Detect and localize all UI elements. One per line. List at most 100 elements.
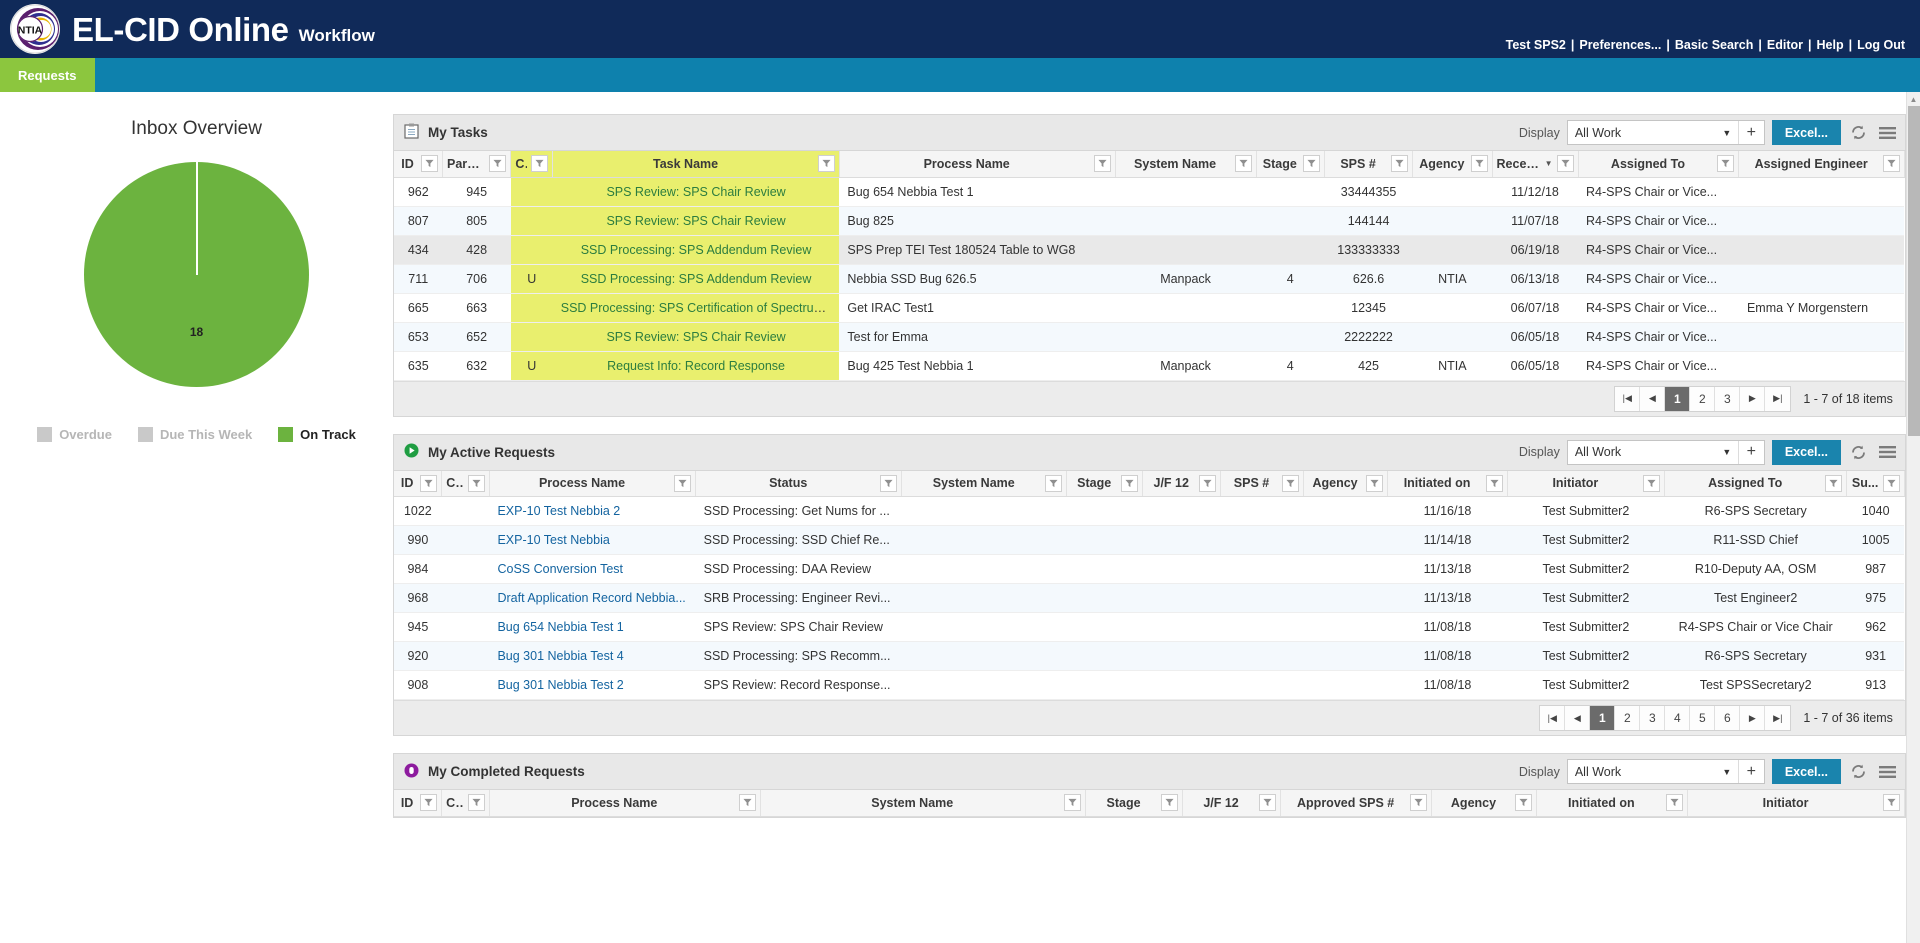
table-row[interactable]: 635632URequest Info: Record ResponseBug … [394, 351, 1904, 380]
column-header-id[interactable]: ID [394, 790, 442, 816]
column-header-task[interactable]: Task Name [553, 151, 840, 177]
table-row[interactable]: 968Draft Application Record Nebbia...SRB… [394, 584, 1904, 613]
column-header-assigned_to[interactable]: Assigned To [1665, 471, 1847, 497]
legend-item-overdue[interactable]: Overdue [37, 427, 112, 442]
add-view-button-completed[interactable]: + [1738, 760, 1764, 783]
add-view-button-active[interactable]: + [1738, 441, 1764, 464]
filter-icon[interactable] [1486, 475, 1503, 492]
filter-icon[interactable] [1883, 155, 1900, 172]
table-row[interactable]: 434428SSD Processing: SPS Addendum Revie… [394, 235, 1904, 264]
column-header-sps[interactable]: SPS # [1324, 151, 1412, 177]
column-header-process[interactable]: Process Name [489, 790, 760, 816]
column-header-stage[interactable]: Stage [1256, 151, 1324, 177]
cell-process-link[interactable]: EXP-10 Test Nebbia 2 [497, 504, 620, 518]
column-header-jf12[interactable]: J/F 12 [1143, 471, 1221, 497]
refresh-icon[interactable] [1848, 761, 1870, 783]
first-page-button[interactable]: |◀ [1615, 387, 1640, 411]
column-header-stage[interactable]: Stage [1067, 471, 1143, 497]
filter-icon[interactable] [1282, 475, 1299, 492]
cell-process-link[interactable]: Bug 301 Nebbia Test 2 [497, 678, 623, 692]
column-header-parent[interactable]: Parent [443, 151, 511, 177]
table-row[interactable]: 653652SPS Review: SPS Chair ReviewTest f… [394, 322, 1904, 351]
cell-task-link[interactable]: SSD Processing: SPS Certification of Spe… [561, 301, 838, 315]
column-header-status[interactable]: Status [696, 471, 902, 497]
column-header-cls[interactable]: Cls [511, 151, 553, 177]
page-button-4[interactable]: 4 [1665, 706, 1690, 730]
next-page-button[interactable]: ▶ [1740, 387, 1765, 411]
table-row[interactable]: 711706USSD Processing: SPS Addendum Revi… [394, 264, 1904, 293]
column-header-initiated[interactable]: Initiated on [1388, 471, 1507, 497]
filter-icon[interactable] [1717, 155, 1734, 172]
scrollbar-thumb[interactable] [1908, 106, 1920, 436]
filter-icon[interactable] [420, 794, 437, 811]
scroll-up-arrow-icon[interactable]: ▲ [1907, 92, 1920, 106]
page-button-1[interactable]: 1 [1665, 387, 1690, 411]
log-out-link[interactable]: Log Out [1852, 38, 1910, 52]
column-header-cls[interactable]: Cls [442, 790, 490, 816]
table-row[interactable]: 984CoSS Conversion TestSSD Processing: D… [394, 555, 1904, 584]
filter-icon[interactable] [468, 475, 485, 492]
filter-icon[interactable] [1666, 794, 1683, 811]
column-header-system[interactable]: System Name [760, 790, 1085, 816]
filter-icon[interactable] [1094, 155, 1111, 172]
prev-page-button[interactable]: ◀ [1565, 706, 1590, 730]
column-header-agency[interactable]: Agency [1432, 790, 1536, 816]
column-header-process[interactable]: Process Name [489, 471, 695, 497]
filter-icon[interactable] [1515, 794, 1532, 811]
filter-icon[interactable] [1199, 475, 1216, 492]
filter-icon[interactable] [739, 794, 756, 811]
hamburger-menu-icon[interactable] [1877, 441, 1899, 463]
basic-search-link[interactable]: Basic Search [1670, 38, 1759, 52]
column-header-approved_sps[interactable]: Approved SPS # [1280, 790, 1432, 816]
filter-icon[interactable] [1883, 794, 1900, 811]
filter-icon[interactable] [1235, 155, 1252, 172]
cell-task-link[interactable]: SPS Review: SPS Chair Review [606, 185, 785, 199]
filter-icon[interactable] [1410, 794, 1427, 811]
table-row[interactable]: 807805SPS Review: SPS Chair ReviewBug 82… [394, 206, 1904, 235]
column-header-stage[interactable]: Stage [1085, 790, 1183, 816]
refresh-icon[interactable] [1848, 122, 1870, 144]
table-row[interactable]: 990EXP-10 Test NebbiaSSD Processing: SSD… [394, 526, 1904, 555]
filter-icon[interactable] [818, 155, 835, 172]
last-page-button[interactable]: ▶| [1765, 387, 1790, 411]
filter-icon[interactable] [489, 155, 506, 172]
cell-process-link[interactable]: Bug 301 Nebbia Test 4 [497, 649, 623, 663]
column-header-agency[interactable]: Agency [1413, 151, 1492, 177]
column-header-engineer[interactable]: Assigned Engineer [1739, 151, 1904, 177]
next-page-button[interactable]: ▶ [1740, 706, 1765, 730]
column-header-process[interactable]: Process Name [839, 151, 1115, 177]
filter-icon[interactable] [1045, 475, 1062, 492]
filter-icon[interactable] [1643, 475, 1660, 492]
column-header-jf12[interactable]: J/F 12 [1183, 790, 1281, 816]
filter-icon[interactable] [1366, 475, 1383, 492]
filter-icon[interactable] [1883, 475, 1900, 492]
cell-task-link[interactable]: SSD Processing: SPS Addendum Review [581, 243, 812, 257]
filter-icon[interactable] [421, 155, 438, 172]
column-header-system[interactable]: System Name [902, 471, 1067, 497]
nav-tab-requests[interactable]: Requests [0, 58, 95, 92]
page-vertical-scrollbar[interactable]: ▲ [1906, 92, 1920, 943]
column-header-cls[interactable]: Cls [442, 471, 490, 497]
filter-icon[interactable] [1391, 155, 1408, 172]
table-row[interactable]: 920Bug 301 Nebbia Test 4SSD Processing: … [394, 642, 1904, 671]
table-row[interactable]: 908Bug 301 Nebbia Test 2SPS Review: Reco… [394, 671, 1904, 700]
filter-icon[interactable] [1121, 475, 1138, 492]
table-row[interactable]: 945Bug 654 Nebbia Test 1SPS Review: SPS … [394, 613, 1904, 642]
cell-task-link[interactable]: SPS Review: SPS Chair Review [606, 214, 785, 228]
filter-icon[interactable] [1259, 794, 1276, 811]
display-select-active[interactable]: All Work ▼ + [1567, 440, 1765, 465]
page-button-2[interactable]: 2 [1690, 387, 1715, 411]
column-header-agency[interactable]: Agency [1303, 471, 1388, 497]
excel-export-button-tasks[interactable]: Excel... [1772, 120, 1841, 145]
filter-icon[interactable] [674, 475, 691, 492]
column-header-initiator[interactable]: Initiator [1688, 790, 1905, 816]
filter-icon[interactable] [531, 155, 548, 172]
cell-process-link[interactable]: CoSS Conversion Test [497, 562, 623, 576]
filter-icon[interactable] [1161, 794, 1178, 811]
column-header-initiated[interactable]: Initiated on [1536, 790, 1688, 816]
help-link[interactable]: Help [1812, 38, 1849, 52]
last-page-button[interactable]: ▶| [1765, 706, 1790, 730]
filter-icon[interactable] [1303, 155, 1320, 172]
page-button-6[interactable]: 6 [1715, 706, 1740, 730]
legend-item-due-this-week[interactable]: Due This Week [138, 427, 252, 442]
